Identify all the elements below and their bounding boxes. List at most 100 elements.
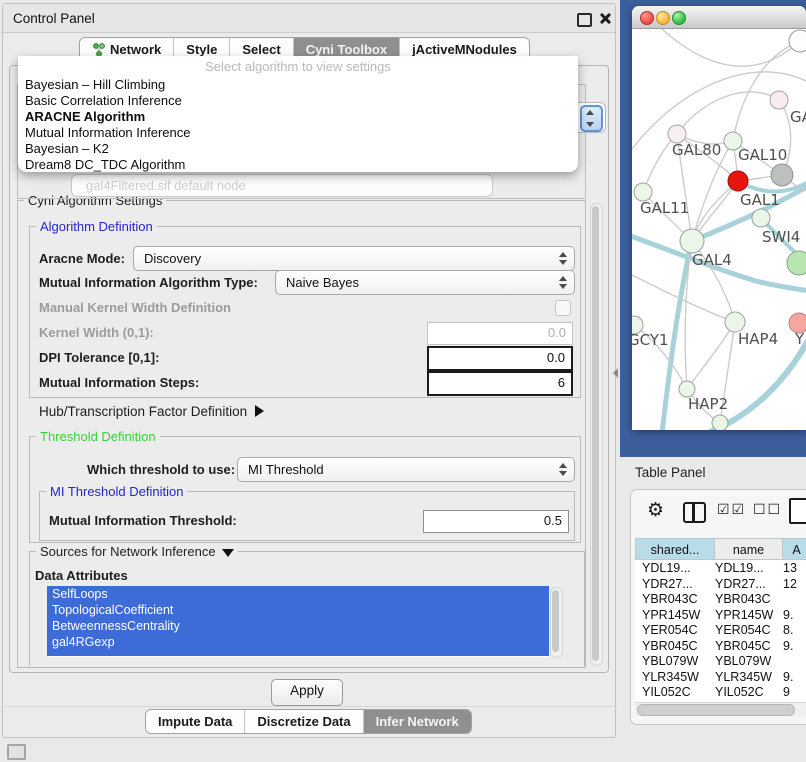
attribute-item-clipped[interactable]	[47, 650, 549, 656]
control-panel-titlebar: Control Panel	[3, 4, 615, 33]
network-node-swi4[interactable]	[752, 209, 770, 227]
network-node-gal-cut[interactable]	[770, 91, 788, 109]
table-cell: YDR27...	[715, 576, 783, 592]
panel-grip-icon[interactable]	[7, 744, 26, 760]
node-label-swi4: SWI4	[762, 228, 800, 246]
table-row[interactable]: YBR043CYBR043C	[635, 591, 806, 607]
network-window-titlebar[interactable]	[632, 6, 806, 29]
attribute-item-betweennesscentrality[interactable]: BetweennessCentrality	[47, 618, 549, 634]
network-node-hap4[interactable]	[725, 312, 745, 332]
table-row[interactable]: YPR145WYPR145W9.	[635, 607, 806, 623]
bottom-tab-discretize-data[interactable]: Discretize Data	[245, 710, 363, 733]
minimize-light[interactable]	[656, 11, 670, 25]
hub-section-toggle[interactable]: Hub/Transcription Factor Definition	[39, 404, 264, 419]
settings-scrollbar-thumb[interactable]	[592, 206, 599, 661]
table-panel: ⚙ ☑☑ ☐☐ shared...nameA YDL19...YDL19...1…	[630, 489, 806, 725]
node-label-gal11: GAL11	[640, 199, 689, 217]
table-row[interactable]: YDL19...YDL19...13	[635, 560, 806, 576]
kernel-width-field[interactable]: 0.0	[427, 322, 573, 345]
expanded-arrow-icon[interactable]	[222, 549, 234, 557]
table-row[interactable]: YLR345WYLR345W9.	[635, 669, 806, 685]
manual-kernel-width-label: Manual Kernel Width Definition	[39, 300, 231, 315]
apply-button[interactable]: Apply	[271, 679, 343, 706]
algorithm-option-basic-correlation-inference[interactable]: Basic Correlation Inference	[18, 93, 578, 109]
dpi-tolerance-field[interactable]: 0.0	[427, 346, 573, 371]
mi-threshold-field[interactable]: 0.5	[423, 510, 569, 533]
kernel-width-label: Kernel Width (0,1):	[39, 325, 154, 340]
aracne-mode-label: Aracne Mode:	[39, 251, 125, 266]
table-horizontal-scrollbar[interactable]	[635, 702, 806, 716]
combo-spinner-icon	[558, 462, 567, 477]
table-cell: YDR27...	[635, 576, 715, 592]
table-panel-title: Table Panel	[635, 465, 706, 480]
close-icon[interactable]	[599, 12, 612, 25]
checked-columns-icon[interactable]: ☑☑	[717, 501, 746, 518]
algorithm-option-aracne-algorithm[interactable]: ARACNE Algorithm	[18, 109, 578, 125]
settings-scrollbar[interactable]	[590, 203, 603, 666]
network-node-node-top[interactable]	[789, 30, 806, 52]
gear-icon[interactable]: ⚙	[647, 499, 664, 522]
algorithm-option-bayesian-k2[interactable]: Bayesian – K2	[18, 141, 578, 157]
which-threshold-combobox[interactable]: MI Threshold	[237, 457, 575, 482]
network-node-green-right[interactable]	[787, 251, 806, 275]
collapsed-arrow-icon[interactable]	[255, 405, 264, 417]
attribute-item-gal4rgexp[interactable]: gal4RGexp	[47, 634, 549, 650]
bottom-tab-impute-data[interactable]: Impute Data	[146, 710, 245, 733]
network-desktop: GALGAL80GAL10GAL1GAL11SWI4GAL4GCY1HAP4YH…	[620, 0, 806, 457]
manual-kernel-width-checkbox[interactable]	[555, 300, 571, 316]
combo-spinner-icon[interactable]	[580, 105, 603, 132]
aracne-mode-combobox[interactable]: Discovery	[133, 246, 575, 271]
network-view-window[interactable]: GALGAL80GAL10GAL1GAL11SWI4GAL4GCY1HAP4YH…	[632, 6, 806, 430]
attributes-scrollbar[interactable]	[550, 587, 563, 658]
split-columns-icon[interactable]	[683, 502, 706, 523]
algorithm-option-dream8-dc-tdc-algorithm[interactable]: Dream8 DC_TDC Algorithm	[18, 157, 578, 172]
table-row[interactable]: YBL079WYBL079W	[635, 653, 806, 669]
attribute-item-topologicalcoefficient[interactable]: TopologicalCoefficient	[47, 602, 549, 618]
control-panel-title: Control Panel	[13, 11, 95, 26]
network-node-gal1[interactable]	[728, 171, 748, 191]
hub-section-label: Hub/Transcription Factor Definition	[39, 404, 247, 419]
table-cell	[783, 653, 806, 669]
mi-steps-field[interactable]: 6	[427, 371, 573, 396]
network-table-combobox[interactable]: gal4Filtered.sif default node	[71, 174, 493, 197]
table-row[interactable]: YDR27...YDR27...12	[635, 576, 806, 592]
attributes-scrollbar-thumb[interactable]	[552, 590, 559, 652]
unchecked-columns-icon[interactable]: ☐☐	[753, 501, 782, 518]
column-header-a[interactable]: A	[783, 538, 806, 560]
cyni-bottom-tabs: Impute DataDiscretize DataInfer Network	[145, 709, 472, 734]
table-scrollbar-thumb[interactable]	[637, 704, 795, 716]
data-attributes-label: Data Attributes	[35, 568, 128, 583]
table-row[interactable]: YBR045CYBR045C9.	[635, 638, 806, 654]
attribute-item-selfloops[interactable]: SelfLoops	[47, 586, 549, 602]
tab-label: Network	[110, 42, 161, 57]
network-edge[interactable]	[662, 29, 800, 66]
splitter-handle-icon[interactable]	[613, 368, 618, 378]
network-node-node-bottom[interactable]	[712, 415, 728, 430]
node-label-hap2: HAP2	[688, 395, 728, 413]
table-row[interactable]: YER054CYER054C8.	[635, 622, 806, 638]
column-header-name[interactable]: name	[715, 538, 783, 560]
data-attributes-list[interactable]: SelfLoopsTopologicalCoefficientBetweenne…	[47, 586, 549, 657]
table-row[interactable]: YIL052CYIL052C9	[635, 684, 806, 700]
close-light[interactable]	[640, 11, 654, 25]
float-icon[interactable]	[577, 13, 592, 27]
algorithm-option-mutual-information-inference[interactable]: Mutual Information Inference	[18, 125, 578, 141]
node-label-gal4: GAL4	[692, 251, 732, 269]
node-label-hap4: HAP4	[738, 330, 778, 348]
network-edge[interactable]	[632, 72, 806, 149]
network-node-gal4[interactable]	[680, 229, 704, 253]
algorithm-dropdown-items: Bayesian – Hill ClimbingBasic Correlatio…	[18, 77, 578, 172]
network-edge[interactable]	[677, 92, 779, 134]
bottom-tab-infer-network[interactable]: Infer Network	[364, 710, 471, 733]
algorithm-option-bayesian-hill-climbing[interactable]: Bayesian – Hill Climbing	[18, 77, 578, 93]
network-edge[interactable]	[687, 322, 735, 389]
network-canvas[interactable]: GALGAL80GAL10GAL1GAL11SWI4GAL4GCY1HAP4YH…	[632, 29, 806, 430]
sources-toggle[interactable]: Sources for Network Inference	[36, 544, 238, 559]
page-icon[interactable]	[789, 498, 806, 524]
network-node-gray-node[interactable]	[771, 164, 793, 186]
node-label-gcy1: GCY1	[632, 331, 669, 349]
zoom-light[interactable]	[672, 11, 686, 25]
mi-algorithm-type-combobox[interactable]: Naive Bayes	[275, 270, 575, 295]
combo-spinner-icon	[558, 275, 567, 290]
column-header-shared[interactable]: shared...	[635, 538, 715, 560]
